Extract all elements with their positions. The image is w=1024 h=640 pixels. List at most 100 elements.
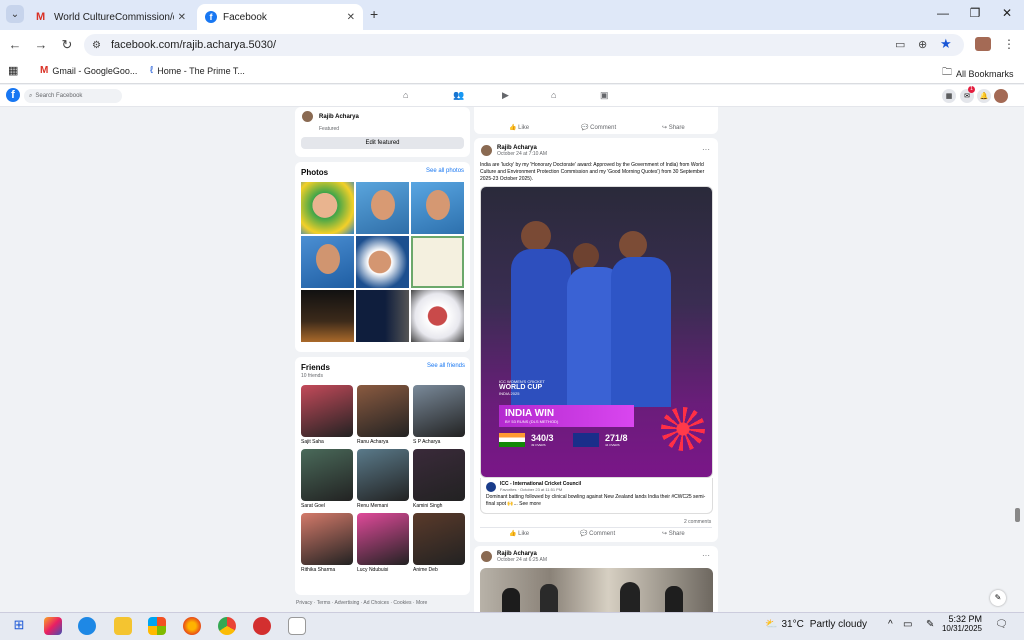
windows-start-icon[interactable]: ⊞ [10,617,28,635]
apps-icon[interactable]: ▦ [8,64,18,77]
friend-item[interactable]: Renu Memani [357,449,413,509]
like-button[interactable]: 👍 Like [509,530,529,537]
new-tab-button[interactable]: + [370,6,378,22]
friend-photo[interactable] [357,449,409,501]
post-image[interactable] [480,568,713,616]
footer-links[interactable]: Privacy · Terms · Advertising · Ad Choic… [296,600,427,606]
search-input[interactable]: ⌕ Search Facebook [24,89,122,103]
reload-button[interactable]: ↻ [58,37,76,53]
friend-name[interactable]: Sarat Goel [301,503,357,509]
pen-icon[interactable]: ✎ [926,619,934,630]
store-icon[interactable] [148,617,166,635]
friend-photo[interactable] [357,385,409,437]
photo-thumbnail[interactable] [411,236,464,288]
photo-thumbnail[interactable] [301,182,354,234]
friend-photo[interactable] [301,385,353,437]
file-explorer-icon[interactable] [114,617,132,635]
post-time[interactable]: October 24 at 7:10 AM [497,151,547,157]
avatar[interactable] [480,144,493,157]
copilot-icon[interactable] [44,617,62,635]
clock[interactable]: 5:32 PM 10/31/2025 [940,614,982,633]
post-menu-icon[interactable]: ··· [702,145,710,154]
tab-search-button[interactable]: ⌄ [6,5,24,23]
avatar[interactable] [301,110,314,123]
tab-gmail[interactable]: M World CultureCommission/depa ✕ [28,4,194,30]
notepad-icon[interactable] [288,617,306,635]
app-icon[interactable] [78,617,96,635]
friend-photo[interactable] [301,449,353,501]
bookmark-prime-time[interactable]: ℓ Home - The Prime T... [150,65,245,76]
see-all-friends-link[interactable]: See all friends [427,363,465,369]
friend-photo[interactable] [413,449,465,501]
shared-image[interactable]: ICC WOMEN'S CRICKET WORLD CUP INDIA 2025… [480,186,713,478]
photo-thumbnail[interactable] [301,236,354,288]
friend-item[interactable]: Rithika Sharma [301,513,357,573]
cast-icon[interactable]: ▭ [895,38,905,51]
share-button[interactable]: ↪ Share [662,124,685,131]
friend-item[interactable]: Sajit Saha [301,385,357,445]
menu-grid-icon[interactable]: ▦ [942,89,956,103]
friend-name[interactable]: Kamini Singh [413,503,469,509]
see-all-photos-link[interactable]: See all photos [426,168,464,174]
friend-item[interactable]: Anime Deb [413,513,469,573]
photo-thumbnail[interactable] [411,290,464,342]
network-icon[interactable]: ▭ [903,619,912,630]
close-icon[interactable]: ✕ [347,12,355,23]
post-menu-icon[interactable]: ··· [702,551,710,560]
friend-name[interactable]: S P Acharya [413,439,469,445]
edit-icon[interactable]: ✎ [990,590,1006,606]
photo-thumbnail[interactable] [411,182,464,234]
friend-name[interactable]: Lucy Ndubuisi [357,567,413,573]
friend-name[interactable]: Renu Memani [357,503,413,509]
account-avatar[interactable] [994,89,1008,103]
friend-name[interactable]: Sajit Saha [301,439,357,445]
friend-photo[interactable] [413,513,465,565]
avatar[interactable] [480,550,493,563]
home-icon[interactable]: ⌂ [403,90,408,100]
friends-icon[interactable]: 👥 [453,90,464,101]
maximize-button[interactable]: ❐ [960,6,990,20]
back-button[interactable]: ← [6,37,24,52]
menu-icon[interactable]: ⋮ [1003,37,1015,51]
gaming-icon[interactable]: ▣ [600,90,609,101]
friend-name[interactable]: Ranu Acharya [357,439,413,445]
profile-avatar[interactable] [975,37,991,51]
share-button[interactable]: ↪ Share [662,530,685,537]
opera-icon[interactable] [253,617,271,635]
photo-thumbnail[interactable] [356,290,409,342]
comment-count[interactable]: 2 comments [684,519,711,525]
photo-thumbnail[interactable] [356,182,409,234]
friend-name[interactable]: Rithika Sharma [301,567,357,573]
profile-name[interactable]: Rajib Acharya [319,114,359,120]
friend-item[interactable]: Kamini Singh [413,449,469,509]
marketplace-icon[interactable]: ⌂ [551,90,556,100]
notifications-icon[interactable]: 🗨 [995,619,1008,630]
bookmark-star-icon[interactable]: ★ [940,36,952,52]
weather-widget[interactable]: ⛅ 31°C Partly cloudy [765,619,867,630]
post-time[interactable]: October 24 at 6:25 AM [497,557,547,563]
friend-name[interactable]: Anime Deb [413,567,469,573]
zoom-icon[interactable]: ⊕ [918,38,927,51]
tab-facebook[interactable]: f Facebook ✕ [197,4,363,30]
close-icon[interactable]: ✕ [178,12,186,23]
facebook-logo[interactable]: f [6,88,20,102]
minimize-button[interactable]: — [928,6,958,20]
close-window-button[interactable]: ✕ [992,6,1022,20]
tray-chevron-icon[interactable]: ^ [888,619,893,630]
chrome-icon[interactable] [218,617,236,635]
edit-featured-button[interactable]: Edit featured [301,137,464,149]
photo-thumbnail[interactable] [356,236,409,288]
friend-photo[interactable] [301,513,353,565]
friend-item[interactable]: Lucy Ndubuisi [357,513,413,573]
comment-button[interactable]: 💬 Comment [580,530,615,537]
address-bar[interactable]: ⚙ facebook.com/rajib.acharya.5030/ [84,34,964,56]
like-button[interactable]: 👍 Like [509,124,529,131]
friend-photo[interactable] [357,513,409,565]
site-info-icon[interactable]: ⚙ [92,40,101,51]
friend-item[interactable]: Ranu Acharya [357,385,413,445]
firefox-icon[interactable] [183,617,201,635]
friend-item[interactable]: S P Acharya [413,385,469,445]
friend-item[interactable]: Sarat Goel [301,449,357,509]
bell-icon[interactable]: 🔔 [977,89,991,103]
comment-button[interactable]: 💬 Comment [581,124,616,131]
